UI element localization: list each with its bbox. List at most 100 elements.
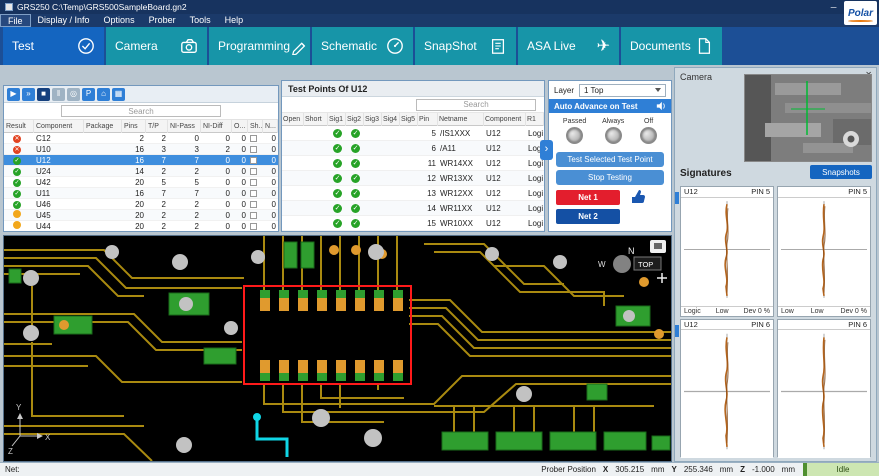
signature-cell[interactable]: U12 PIN 5 Logic Low Dev 0 % (680, 186, 774, 317)
table-row[interactable]: 5 /IS1XXX U12 Logi (282, 126, 544, 141)
menu-item[interactable]: Display / Info (31, 14, 97, 27)
column-header[interactable]: Short (304, 113, 328, 126)
machine-state-badge: Idle (803, 463, 879, 476)
grid-button[interactable]: ▦ (112, 88, 125, 101)
pcb-layout-view[interactable]: N W TOP Y X Z (3, 235, 672, 462)
checkbox[interactable] (250, 168, 257, 175)
table-row[interactable]: U10 16 3 3 2 0 0 (4, 144, 278, 155)
net2-button[interactable]: Net 2 (556, 209, 620, 224)
column-header[interactable]: Netname (438, 113, 484, 126)
column-header[interactable]: Pins (122, 120, 146, 133)
menu-item[interactable]: Options (97, 14, 142, 27)
column-header[interactable]: Sig3 (364, 113, 382, 126)
toggle-knob[interactable] (605, 127, 622, 144)
table-row[interactable]: 12 WR13XX U12 Logi (282, 171, 544, 186)
option-passed[interactable]: Passed (563, 118, 586, 144)
tab-test[interactable]: Test (3, 27, 104, 65)
toggle-knob[interactable] (566, 127, 583, 144)
next-testpoint-button[interactable]: › (540, 140, 553, 160)
column-header[interactable]: Result (4, 120, 34, 133)
pause-button[interactable]: ‖ (52, 88, 65, 101)
table-row[interactable]: U45 20 2 2 0 0 0 (4, 210, 278, 221)
table-row[interactable]: U24 14 2 2 0 0 0 (4, 166, 278, 177)
table-row[interactable]: 13 WR12XX U12 Logi (282, 186, 544, 201)
option-off[interactable]: Off (640, 118, 657, 144)
menu-item[interactable]: Prober (142, 14, 183, 27)
tab-documents[interactable]: Documents (621, 27, 722, 65)
signature-row-marker[interactable] (675, 325, 679, 337)
speaker-icon[interactable] (656, 101, 666, 111)
home-button[interactable]: ⌂ (97, 88, 110, 101)
column-header[interactable]: Sig2 (346, 113, 364, 126)
net1-button[interactable]: Net 1 (556, 190, 620, 205)
menu-item[interactable]: Help (218, 14, 251, 27)
r1-cell: Logi (526, 219, 544, 228)
column-header[interactable]: Package (84, 120, 122, 133)
table-row[interactable]: U46 20 2 2 0 0 0 (4, 199, 278, 210)
testpoints-search-input[interactable] (416, 99, 536, 111)
column-header[interactable]: Sig5 (400, 113, 418, 126)
table-row[interactable]: U11 16 7 7 0 0 0 (4, 188, 278, 199)
layer-select[interactable]: 1 Top (579, 84, 666, 97)
signature-cell[interactable]: U12 PIN 6 (680, 319, 774, 457)
tab-programming[interactable]: Programming (209, 27, 310, 65)
checkbox[interactable] (250, 157, 257, 164)
table-row[interactable]: U42 20 5 5 0 0 0 (4, 177, 278, 188)
table-row[interactable]: U12 16 7 7 0 0 0 (4, 155, 278, 166)
tab-camera[interactable]: Camera (106, 27, 207, 65)
signature-row-marker[interactable] (675, 192, 679, 204)
column-header[interactable]: NI-Pass (168, 120, 201, 133)
column-header[interactable]: Sig4 (382, 113, 400, 126)
checkbox[interactable] (250, 212, 257, 219)
column-header[interactable]: N... (263, 120, 278, 133)
checkbox[interactable] (250, 146, 257, 153)
tab-schematic[interactable]: Schematic (312, 27, 413, 65)
camera-view-button[interactable]: ◎ (67, 88, 80, 101)
components-search-input[interactable] (61, 105, 221, 117)
column-header[interactable]: Component (34, 120, 84, 133)
netname-cell: WR14XX (438, 159, 484, 168)
table-row[interactable]: 11 WR14XX U12 Logi (282, 156, 544, 171)
table-row[interactable]: U44 20 2 2 0 0 0 (4, 221, 278, 232)
checkbox[interactable] (250, 190, 257, 197)
option-always[interactable]: Always (602, 118, 624, 144)
column-header[interactable]: NI-Diff (201, 120, 232, 133)
toggle-knob[interactable] (640, 127, 657, 144)
menu-item[interactable]: Tools (183, 14, 218, 27)
table-row[interactable]: 14 WR11XX U12 Logi (282, 201, 544, 216)
minimize-button[interactable]: ─ (831, 3, 837, 12)
tab-snapshot[interactable]: SnapShot (415, 27, 516, 65)
checkbox[interactable] (250, 223, 257, 230)
run-button[interactable]: ▶ (7, 88, 20, 101)
checkbox[interactable] (250, 135, 257, 142)
checkbox[interactable] (250, 201, 257, 208)
table-row[interactable]: C12 2 2 0 0 0 0 (4, 133, 278, 144)
test-selected-button[interactable]: Test Selected Test Point (556, 152, 664, 167)
tab-asa-live[interactable]: ASA Live ✈ (518, 27, 619, 65)
stop-button[interactable]: ■ (37, 88, 50, 101)
component-cell: C12 (34, 134, 84, 143)
signature-cell[interactable]: PIN 5 Low Low Dev 0 % (777, 186, 871, 317)
camera-image[interactable] (744, 74, 872, 162)
signature-cell[interactable]: PIN 6 (777, 319, 871, 457)
column-header[interactable]: R1 (526, 113, 544, 126)
run-all-button[interactable]: » (22, 88, 35, 101)
pins-cell: 20 (122, 178, 146, 187)
menu-item[interactable]: File (0, 14, 31, 27)
table-row[interactable]: 15 WR10XX U12 Logi (282, 216, 544, 231)
probe-button[interactable]: P (82, 88, 95, 101)
signature-pin: PIN 6 (751, 320, 770, 329)
column-header[interactable]: T/P (146, 120, 168, 133)
checkbox[interactable] (250, 179, 257, 186)
column-header[interactable]: Sig1 (328, 113, 346, 126)
table-row[interactable]: 6 /A11 U12 Logi (282, 141, 544, 156)
signature-pin: PIN 5 (751, 187, 770, 196)
column-header[interactable]: Component (484, 113, 526, 126)
column-header[interactable]: Pin (418, 113, 438, 126)
column-header[interactable]: Open (282, 113, 304, 126)
result-cell (4, 199, 34, 209)
column-header[interactable]: O... (232, 120, 248, 133)
column-header[interactable]: Sh... (248, 120, 263, 133)
snapshots-button[interactable]: Snapshots (810, 165, 872, 179)
stop-testing-button[interactable]: Stop Testing (556, 170, 664, 185)
